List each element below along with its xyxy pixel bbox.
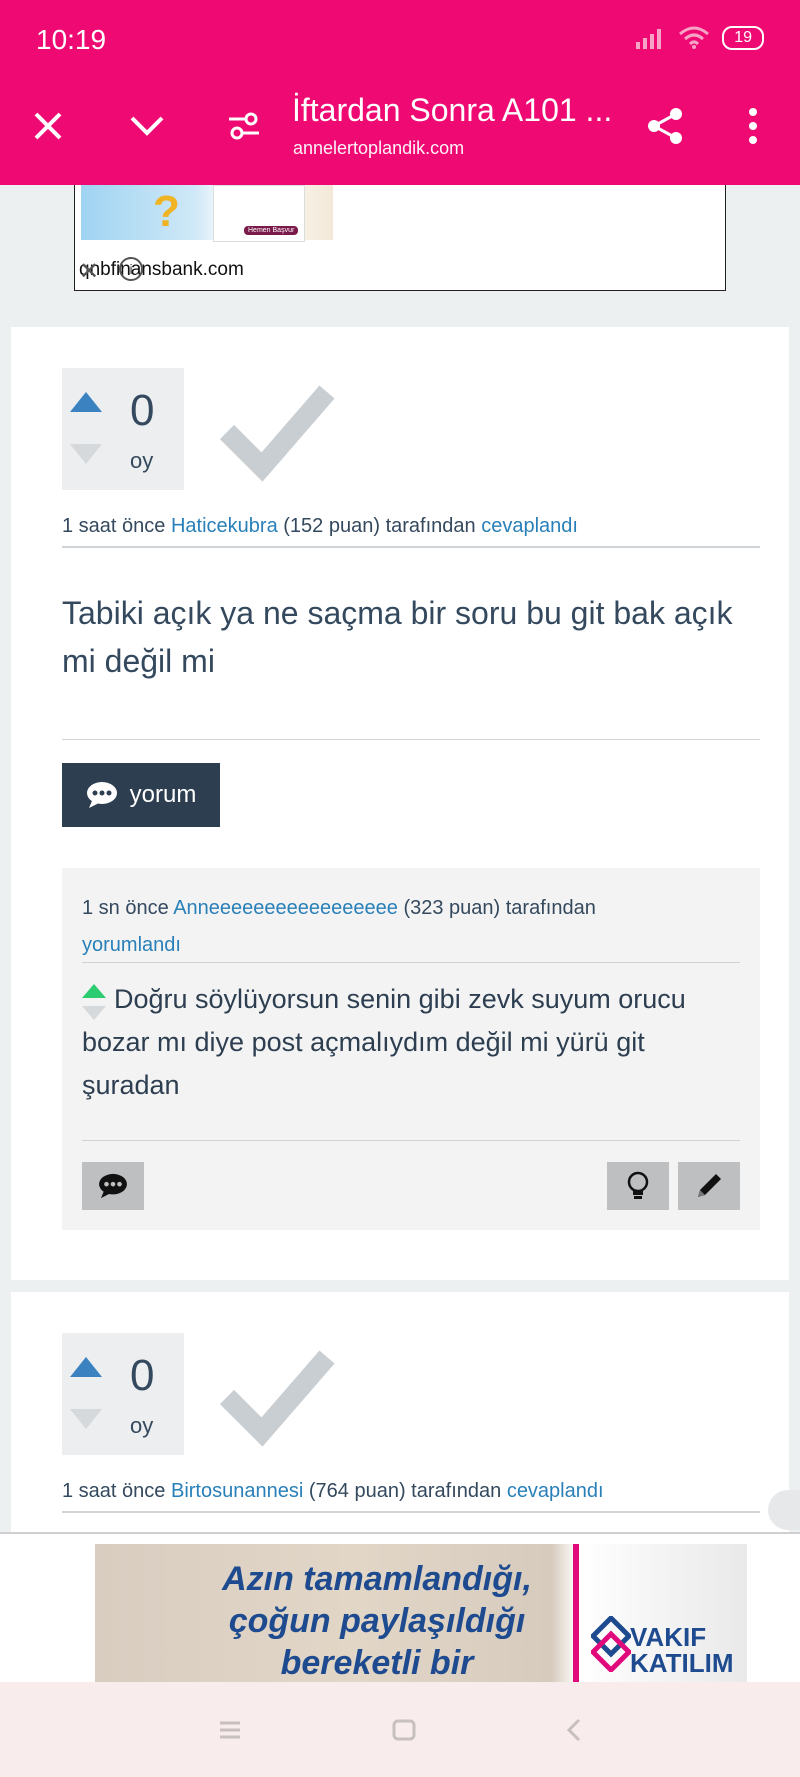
ad-image: ? Hemen Başvur	[81, 185, 333, 242]
divider	[82, 1140, 740, 1141]
divider	[62, 739, 760, 740]
ad-screen: Hemen Başvur	[213, 185, 305, 242]
answer-author-link[interactable]: Haticekubra	[171, 515, 278, 537]
answer-author-link[interactable]: Birtosunannesi	[171, 1480, 303, 1502]
share-button[interactable]	[637, 98, 693, 154]
vote-box: 0 oy	[62, 1333, 184, 1455]
accepted-check-icon[interactable]	[217, 1342, 337, 1447]
reply-comment-button[interactable]	[82, 1162, 144, 1210]
answer-action-link[interactable]: cevaplandı	[507, 1480, 604, 1502]
answer-text: Tabiki açık ya ne saçma bir soru bu git …	[62, 595, 733, 679]
ad-info-icon[interactable]: i	[119, 257, 143, 281]
ad-banner-top[interactable]: ? Hemen Başvur ✕ i qnbfinansbank.com	[74, 185, 726, 291]
chevron-down-icon	[130, 116, 164, 136]
wifi-icon	[679, 26, 710, 49]
back-icon[interactable]	[566, 1718, 582, 1742]
ad-close-icon[interactable]: ✕	[79, 257, 99, 286]
vote-label: oy	[130, 448, 154, 473]
expand-button[interactable]	[119, 98, 175, 154]
accepted-check-icon[interactable]	[217, 377, 337, 482]
answer-card: 0 oy 1 saat önce Haticekubra (152 puan) …	[11, 327, 789, 1280]
tune-icon	[229, 112, 259, 140]
vote-count: 0	[130, 386, 155, 435]
ad-banner-bottom[interactable]: Azın tamamlandığı, çoğun paylaşıldığı be…	[0, 1532, 800, 1684]
vote-box: 0 oy	[62, 368, 184, 490]
answer-meta: 1 saat önce Haticekubra (152 puan) taraf…	[62, 515, 578, 537]
home-icon[interactable]	[392, 1719, 416, 1741]
ad-apply-label: Hemen Başvur	[244, 226, 299, 235]
share-icon	[648, 108, 682, 144]
vote-up-arrow[interactable]	[70, 392, 102, 412]
convert-to-answer-button[interactable]	[607, 1162, 669, 1210]
ad-line: bereketli bir	[280, 1644, 474, 1682]
answer-meta: 1 saat önce Birtosunannesi (764 puan) ta…	[62, 1480, 604, 1502]
comment-icon	[99, 1173, 127, 1199]
vote-up-arrow[interactable]	[70, 1357, 102, 1377]
menu-icon[interactable]	[218, 1720, 242, 1740]
comment-author-link[interactable]: Anneeeeeeeeeeeeeeeee	[173, 897, 398, 919]
ad-brand: VAKIF KATILIM	[630, 1622, 734, 1678]
signal-icon	[636, 29, 662, 49]
vote-label: oy	[130, 1413, 154, 1438]
system-navbar	[0, 1682, 800, 1777]
ad-line: çoğun paylaşıldığı	[228, 1602, 526, 1640]
edit-comment-button[interactable]	[678, 1162, 740, 1210]
close-icon	[34, 112, 62, 140]
vote-down-arrow[interactable]	[70, 1409, 102, 1429]
ad-domain: ✕ i qnbfinansbank.com	[79, 257, 244, 285]
more-options-button[interactable]	[725, 98, 781, 154]
pencil-icon	[698, 1174, 721, 1197]
comment-box: 1 sn önce Anneeeeeeeeeeeeeeeee (323 puan…	[62, 868, 760, 1230]
lightbulb-icon	[627, 1171, 649, 1199]
comment-text: Doğru söylüyorsun senin gibi zevk suyum …	[82, 984, 686, 1100]
page-title: İftardan Sonra A101 ...	[292, 92, 613, 128]
divider	[62, 1511, 760, 1513]
comment-icon	[86, 782, 117, 808]
page-settings-button[interactable]	[216, 98, 272, 154]
brand-logo-icon	[591, 1616, 631, 1672]
vote-down-arrow[interactable]	[70, 444, 102, 464]
close-tab-button[interactable]	[20, 98, 76, 154]
divider	[82, 962, 740, 963]
divider	[62, 546, 760, 548]
comment-meta: 1 sn önce Anneeeeeeeeeeeeeeeee (323 puan…	[82, 897, 596, 956]
status-time: 10:19	[36, 24, 107, 55]
answer-action-link[interactable]: cevaplandı	[481, 515, 578, 537]
ad-accent-bar	[573, 1544, 579, 1684]
ad-image: Azın tamamlandığı, çoğun paylaşıldığı be…	[95, 1544, 747, 1684]
answer-card: 0 oy 1 saat önce Birtosunannesi (764 pua…	[11, 1292, 789, 1532]
comment-action-link[interactable]: yorumlandı	[82, 934, 181, 956]
browser-toolbar: 10:19 19 İftardan Sonra A101 ... anneler…	[0, 0, 800, 185]
comment-button-label: yorum	[129, 781, 197, 808]
ad-line: Azın tamamlandığı,	[222, 1560, 532, 1598]
more-vert-icon	[749, 108, 757, 144]
comment-button[interactable]: yorum	[62, 763, 220, 827]
page-domain: annelertoplandik.com	[293, 138, 465, 158]
ad-question-mark: ?	[153, 187, 180, 236]
battery-indicator: 19	[722, 26, 764, 50]
status-icons: 19	[636, 26, 764, 50]
floating-tab[interactable]	[768, 1490, 800, 1530]
vote-count: 0	[130, 1351, 155, 1400]
